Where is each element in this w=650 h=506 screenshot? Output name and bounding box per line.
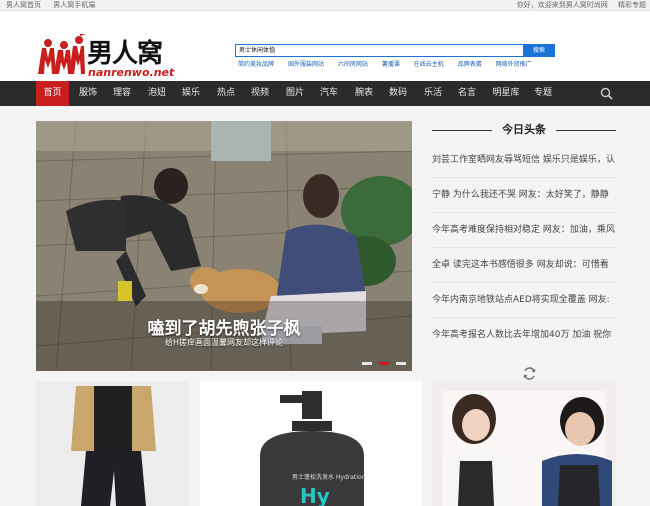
- search-button[interactable]: 搜索: [523, 44, 555, 57]
- headline-item[interactable]: 今年高考报名人数比去年增加40万 加油 祝你: [432, 318, 616, 353]
- nav-item-quotes[interactable]: 名言: [452, 81, 482, 106]
- hot-word-link[interactable]: 薯播课: [382, 61, 400, 68]
- mobile-link[interactable]: 男人窝手机端: [53, 1, 95, 9]
- hot-word-link[interactable]: 简约美妆品牌: [238, 61, 274, 68]
- article-card-product[interactable]: 男士蓬松洗发水 Hydration Hy: [200, 381, 422, 506]
- site-header: 男人窝 nanrenwo.net 男士休闲体恤 搜索 简约美妆品牌 国外服装网站…: [0, 11, 650, 81]
- nav-item-pictures[interactable]: 图片: [280, 81, 310, 106]
- slider-dots: [362, 350, 412, 371]
- slider-dot[interactable]: [362, 362, 372, 365]
- hot-word-link[interactable]: 国外服装网站: [288, 61, 324, 68]
- slider-dot[interactable]: [379, 362, 390, 365]
- article-image: [36, 381, 190, 506]
- headlines-header: 今日头条: [432, 121, 616, 141]
- nav-item-watches[interactable]: 腕表: [349, 81, 379, 106]
- welcome-text: 你好，欢迎来到男人窝时尚网: [516, 1, 608, 9]
- nav-item-hot[interactable]: 热点: [211, 81, 241, 106]
- headline-item[interactable]: 宁静 为什么我还不哭 网友：太好笑了，静静: [432, 178, 616, 213]
- logo-figures-icon: [38, 34, 86, 74]
- main-content: 嗑到了胡先煦张子枫 给H搓痒画面温馨网友却这样评论 今日头条 刘芸工作室晒网友辱…: [0, 106, 650, 506]
- hot-word-link[interactable]: 六间房网站: [338, 61, 368, 68]
- hero-subtitle: 给H搓痒画面温馨网友却这样评论: [164, 338, 283, 347]
- logo-cn-text: 男人窝: [87, 39, 163, 69]
- headline-item[interactable]: 刘芸工作室晒网友辱骂短信 娱乐只是娱乐，认: [432, 143, 616, 178]
- search-input[interactable]: 男士休闲体恤: [235, 44, 525, 57]
- topics-link[interactable]: 精彩专题: [618, 1, 646, 9]
- nav-item-topics[interactable]: 专题: [528, 81, 558, 106]
- nav-item-home[interactable]: 首页: [36, 81, 69, 106]
- top-bar: 男人窝首页 男人窝手机端 你好，欢迎来到男人窝时尚网 精彩专题: [0, 0, 650, 11]
- nav-item-digital[interactable]: 数码: [383, 81, 413, 106]
- search-bar: 男士休闲体恤 搜索: [235, 44, 555, 57]
- nav-item-video[interactable]: 视频: [245, 81, 275, 106]
- hot-word-link[interactable]: 在线云主机: [414, 61, 444, 68]
- article-image: [432, 381, 616, 506]
- headline-item[interactable]: 今年内南京地铁站点AED将实现全覆盖 网友:: [432, 283, 616, 318]
- logo-en-text: nanrenwo.net: [88, 66, 175, 79]
- article-card-fashion[interactable]: [36, 381, 190, 506]
- home-link[interactable]: 男人窝首页: [6, 1, 41, 9]
- hot-words: 简约美妆品牌 国外服装网站 六间房网站 薯播课 在线云主机 品牌表蛋 网络外贸推…: [238, 59, 544, 68]
- hero-title[interactable]: 嗑到了胡先煦张子枫: [36, 314, 412, 339]
- nav-item-fashion[interactable]: 服饰: [73, 81, 103, 106]
- nav-item-entertainment[interactable]: 娱乐: [176, 81, 206, 106]
- site-logo[interactable]: 男人窝 nanrenwo.net: [36, 30, 175, 84]
- article-card-couple[interactable]: [432, 381, 616, 506]
- slider-dot[interactable]: [396, 362, 407, 365]
- refresh-icon[interactable]: [522, 366, 537, 381]
- nav-item-cars[interactable]: 汽车: [314, 81, 344, 106]
- nav-item-dating[interactable]: 泡妞: [142, 81, 172, 106]
- hot-word-link[interactable]: 网络外贸推广: [496, 61, 532, 68]
- nav-item-grooming[interactable]: 理容: [107, 81, 137, 106]
- hero-slider[interactable]: 嗑到了胡先煦张子枫 给H搓痒画面温馨网友却这样评论: [36, 121, 412, 371]
- headlines-title: 今日头条: [502, 123, 546, 136]
- main-nav: 首页 服饰 理容 泡妞 娱乐 热点 视频 图片 汽车 腕表 数码 乐活 名言 明…: [0, 81, 650, 106]
- nav-item-lifestyle[interactable]: 乐活: [418, 81, 448, 106]
- hot-word-link[interactable]: 品牌表蛋: [458, 61, 482, 68]
- headline-item[interactable]: 全卓 读完这本书感悟很多 网友却说：可惜看: [432, 248, 616, 283]
- headline-item[interactable]: 今年高考难度保持相对稳定 网友：加油，乘风: [432, 213, 616, 248]
- svg-text:男士蓬松洗发水 Hydration: 男士蓬松洗发水 Hydration: [292, 473, 366, 481]
- product-brand-text: Hy: [300, 484, 330, 506]
- search-icon[interactable]: [600, 87, 613, 100]
- headlines-panel: 今日头条 刘芸工作室晒网友辱骂短信 娱乐只是娱乐，认 宁静 为什么我还不哭 网友…: [432, 121, 616, 380]
- article-image: 男士蓬松洗发水 Hydration Hy: [200, 381, 422, 506]
- nav-item-stars[interactable]: 明星库: [488, 81, 524, 106]
